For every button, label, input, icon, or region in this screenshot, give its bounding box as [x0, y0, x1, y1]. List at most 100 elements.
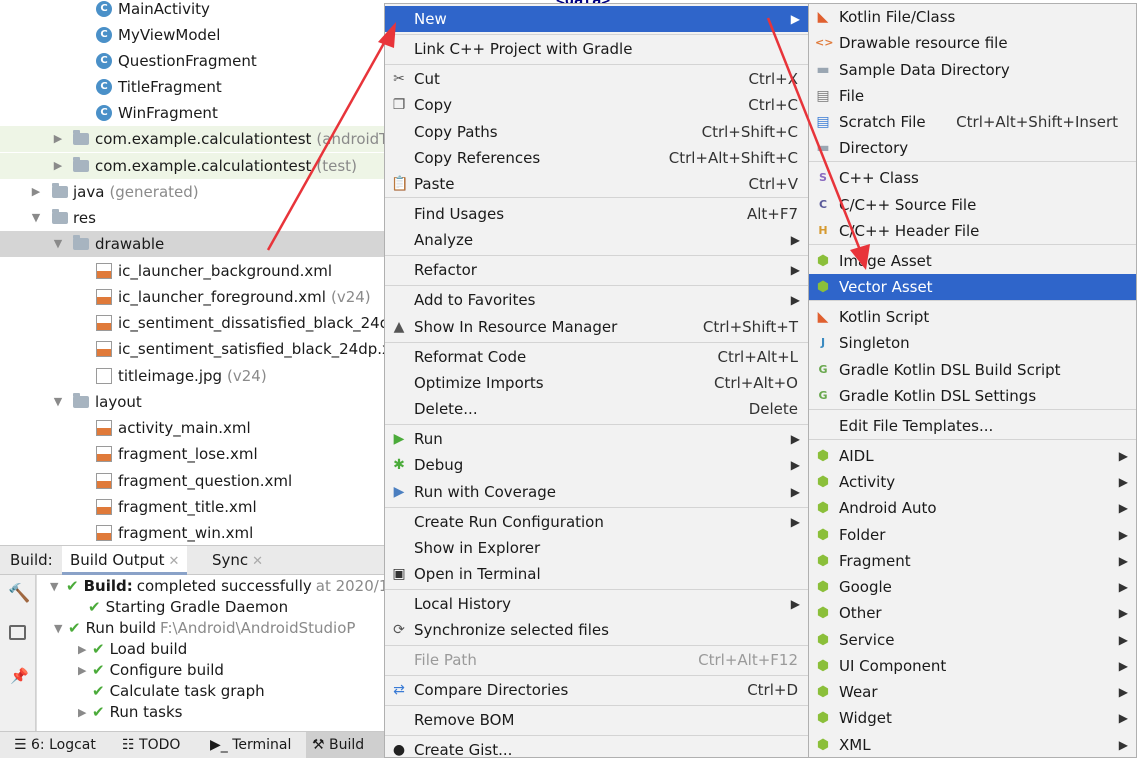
menu-item[interactable]: ⬢ Activity ▶ [809, 469, 1136, 495]
tree-row[interactable]: ic_launcher_foreground.xml (v24) [0, 284, 384, 310]
tree-row[interactable]: fragment_title.xml [0, 494, 384, 520]
menu-item[interactable]: Remove BOM [385, 707, 808, 733]
tab-logcat[interactable]: ☰ 6: Logcat [8, 732, 102, 758]
menu-item[interactable]: G Gradle Kotlin DSL Build Script [809, 357, 1136, 383]
tree-row[interactable]: ▼ drawable [0, 231, 384, 257]
menu-item[interactable]: ▤ Scratch File Ctrl+Alt+Shift+Insert [809, 109, 1136, 135]
menu-item[interactable]: ⬢ Service ▶ [809, 627, 1136, 653]
menu-item[interactable]: ⟳ Synchronize selected files [385, 617, 808, 643]
chevron-right-icon[interactable]: ▶ [78, 702, 86, 723]
chevron-right-icon[interactable]: ▶ [52, 126, 64, 152]
chevron-right-icon[interactable]: ▶ [52, 153, 64, 179]
menu-item[interactable]: ● Create Gist... [385, 737, 808, 757]
menu-item[interactable]: ▲ Show In Resource Manager Ctrl+Shift+T [385, 314, 808, 340]
menu-item[interactable]: Link C++ Project with Gradle [385, 36, 808, 62]
menu-item[interactable]: 📋 Paste Ctrl+V [385, 171, 808, 197]
menu-item[interactable]: ⬢ Other ▶ [809, 600, 1136, 626]
menu-item[interactable]: ⬢ XML ▶ [809, 732, 1136, 757]
tree-row[interactable]: ic_sentiment_satisfied_black_24dp.xr [0, 336, 384, 362]
tab-build[interactable]: ⚒ Build [306, 732, 384, 758]
menu-item[interactable]: ⬢ Vector Asset [809, 274, 1136, 300]
menu-item[interactable]: C C/C++ Source File [809, 192, 1136, 218]
menu-item[interactable]: ⬢ Wear ▶ [809, 679, 1136, 705]
menu-item[interactable]: <> Drawable resource file [809, 30, 1136, 56]
menu-item[interactable]: Show in Explorer [385, 535, 808, 561]
build-row[interactable]: ✔ Calculate task graph [92, 681, 265, 702]
tree-row[interactable]: ▶ com.example.calculationtest(androidTe [0, 126, 384, 152]
menu-item[interactable]: Refactor ▶ [385, 257, 808, 283]
tree-row[interactable]: ▶ java (generated) [0, 179, 384, 205]
menu-item[interactable]: Copy Paths Ctrl+Shift+C [385, 119, 808, 145]
close-icon[interactable]: ✕ [252, 554, 263, 569]
tree-row[interactable]: ic_launcher_background.xml [0, 258, 384, 284]
menu-item[interactable]: Optimize Imports Ctrl+Alt+O [385, 370, 808, 396]
menu-item[interactable]: ⬢ Android Auto ▶ [809, 495, 1136, 521]
menu-item[interactable]: Copy References Ctrl+Alt+Shift+C [385, 145, 808, 171]
tree-row[interactable]: fragment_lose.xml [0, 441, 384, 467]
menu-item[interactable]: ⬢ Google ▶ [809, 574, 1136, 600]
build-row[interactable]: ▶ ✔ Load build [78, 639, 187, 660]
menu-item[interactable]: ▬ Sample Data Directory [809, 57, 1136, 83]
chevron-down-icon[interactable]: ▼ [52, 231, 64, 257]
tree-row[interactable]: C MainActivity [0, 0, 384, 22]
build-row[interactable]: ▶ ✔ Configure build [78, 660, 224, 681]
menu-item[interactable]: Find Usages Alt+F7 [385, 201, 808, 227]
hammer-icon[interactable]: 🔨 [8, 583, 30, 604]
chevron-right-icon[interactable]: ▶ [78, 639, 86, 660]
menu-item[interactable]: ▬ Directory [809, 135, 1136, 161]
menu-item[interactable]: ✱ Debug ▶ [385, 452, 808, 478]
menu-item[interactable]: ✂ Cut Ctrl+X [385, 66, 808, 92]
chevron-down-icon[interactable]: ▼ [54, 618, 62, 639]
tree-row[interactable]: activity_main.xml [0, 415, 384, 441]
menu-item[interactable]: S C++ Class [809, 165, 1136, 191]
build-row[interactable]: ✔ Starting Gradle Daemon [88, 597, 288, 618]
menu-item[interactable]: Add to Favorites ▶ [385, 287, 808, 313]
tree-row[interactable]: C MyViewModel [0, 22, 384, 48]
menu-item[interactable]: ⬢ Fragment ▶ [809, 548, 1136, 574]
menu-item[interactable]: Local History ▶ [385, 591, 808, 617]
tree-row[interactable]: C QuestionFragment [0, 48, 384, 74]
menu-item[interactable]: ⬢ Widget ▶ [809, 705, 1136, 731]
menu-item[interactable]: ◣ Kotlin File/Class [809, 4, 1136, 30]
menu-item[interactable]: ◣ Kotlin Script [809, 304, 1136, 330]
menu-item[interactable]: ⬢ Image Asset [809, 248, 1136, 274]
menu-item[interactable]: J Singleton [809, 330, 1136, 356]
tree-row[interactable]: C WinFragment [0, 100, 384, 126]
tree-row[interactable]: fragment_win.xml [0, 520, 384, 545]
chevron-down-icon[interactable]: ▼ [30, 205, 42, 231]
tab-sync[interactable]: Sync ✕ [204, 546, 271, 575]
chevron-right-icon[interactable]: ▶ [78, 660, 86, 681]
close-icon[interactable]: ✕ [169, 554, 180, 569]
menu-item[interactable]: ▣ Open in Terminal [385, 561, 808, 587]
menu-item[interactable]: New ▶ [385, 6, 808, 32]
pin-icon[interactable]: 📌 [10, 667, 29, 685]
tree-row[interactable]: fragment_question.xml [0, 468, 384, 494]
console-icon[interactable] [9, 625, 26, 640]
tree-row[interactable]: ic_sentiment_dissatisfied_black_24dp [0, 310, 384, 336]
menu-item[interactable]: Create Run Configuration ▶ [385, 509, 808, 535]
menu-item[interactable]: ⇄ Compare Directories Ctrl+D [385, 677, 808, 703]
build-row[interactable]: ▼ ✔Build:completed successfullyat 2020/1/… [50, 576, 384, 597]
menu-item[interactable]: Delete... Delete [385, 396, 808, 422]
menu-item[interactable]: Analyze ▶ [385, 227, 808, 253]
menu-item[interactable]: ⬢ UI Component ▶ [809, 653, 1136, 679]
tree-row[interactable]: ▼ res [0, 205, 384, 231]
menu-item[interactable]: H C/C++ Header File [809, 218, 1136, 244]
tree-row[interactable]: titleimage.jpg (v24) [0, 363, 384, 389]
menu-item[interactable]: Edit File Templates... [809, 413, 1136, 439]
chevron-down-icon[interactable]: ▼ [50, 576, 58, 597]
tree-row[interactable]: ▼ layout [0, 389, 384, 415]
menu-item[interactable]: ⬢ Folder ▶ [809, 522, 1136, 548]
menu-item[interactable]: ▤ File [809, 83, 1136, 109]
menu-item[interactable]: ⬢ AIDL ▶ [809, 443, 1136, 469]
menu-item[interactable]: ▶ Run ▶ [385, 426, 808, 452]
build-row[interactable]: ▼ ✔ Run build F:\Android\AndroidStudioP [54, 618, 355, 639]
tab-todo[interactable]: ☷ TODO [116, 732, 186, 758]
menu-item[interactable]: ❐ Copy Ctrl+C [385, 92, 808, 118]
menu-item[interactable]: G Gradle Kotlin DSL Settings [809, 383, 1136, 409]
tab-build-output[interactable]: Build Output ✕ [62, 546, 188, 575]
chevron-down-icon[interactable]: ▼ [52, 389, 64, 415]
tree-row[interactable]: C TitleFragment [0, 74, 384, 100]
tab-terminal[interactable]: ▶_ Terminal [204, 732, 297, 758]
menu-item[interactable]: ▶ Run with Coverage ▶ [385, 479, 808, 505]
